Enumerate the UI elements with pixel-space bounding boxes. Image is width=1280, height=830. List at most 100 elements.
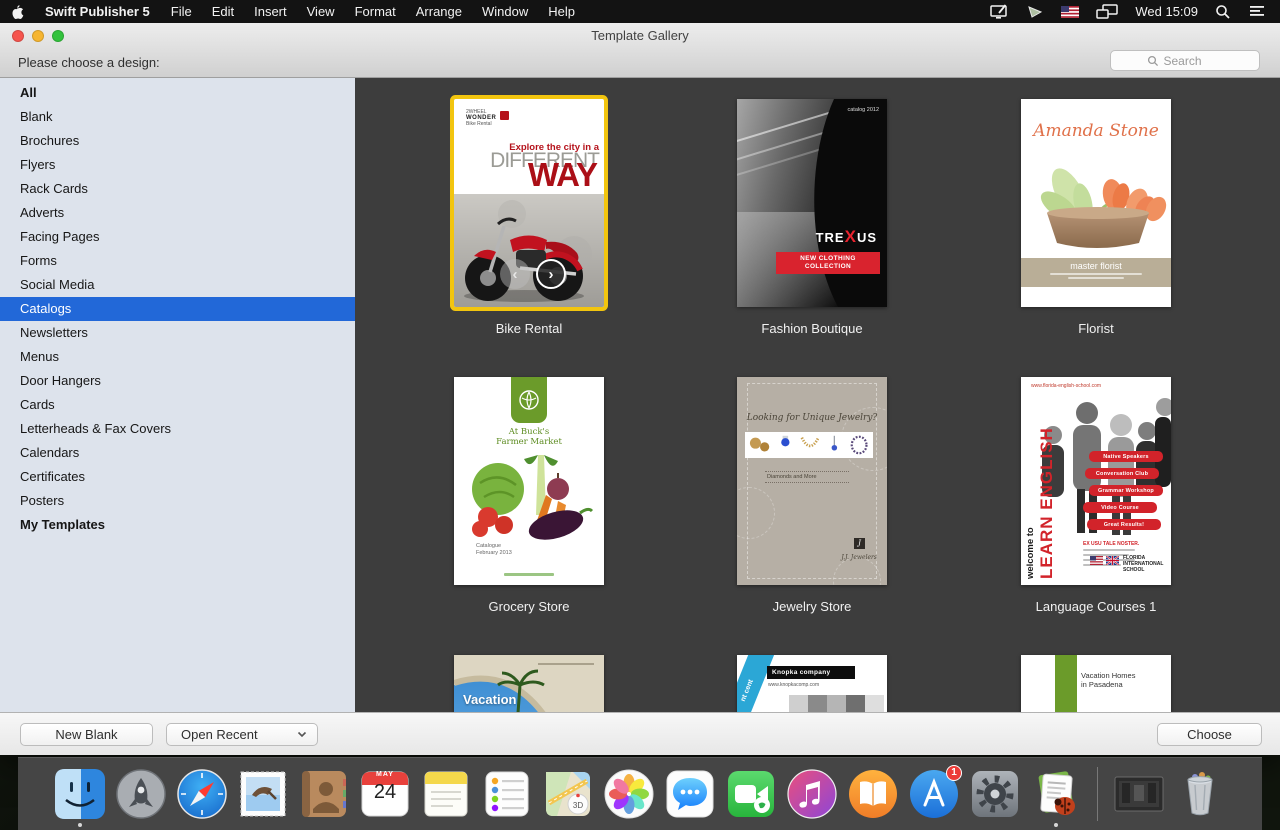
dock-safari-icon[interactable] bbox=[177, 769, 227, 819]
dock-mail-icon[interactable] bbox=[238, 769, 288, 819]
sidebar-item-rack-cards[interactable]: Rack Cards bbox=[0, 177, 355, 201]
spotlight-search-icon[interactable] bbox=[1215, 4, 1231, 20]
sidebar-item-letterheads[interactable]: Letterheads & Fax Covers bbox=[0, 417, 355, 441]
sidebar-item-forms[interactable]: Forms bbox=[0, 249, 355, 273]
template-thumbnail-knopka[interactable]: nt cent Knopka company www.knopkacomp.co… bbox=[737, 655, 887, 712]
dock-maps-icon[interactable]: 3D bbox=[543, 769, 593, 819]
category-sidebar: All Blank Brochures Flyers Rack Cards Ad… bbox=[0, 78, 355, 712]
prev-preview-button[interactable]: ‹ bbox=[500, 259, 530, 289]
red-heading-text: EX USU TALE NOSTER. bbox=[1083, 541, 1139, 547]
bw-collage bbox=[789, 695, 887, 712]
jewelers-logo-mark: J bbox=[854, 538, 865, 549]
template-thumbnail-bike-rental[interactable]: 2WHEEL WONDER Bike Rental Explore the ci… bbox=[454, 99, 604, 307]
template-thumbnail-fashion-boutique[interactable]: catalog 2012 TREXUS NEW CLOTHING COLLECT… bbox=[737, 99, 887, 307]
template-thumbnail-vacation[interactable]: Vacation bbox=[454, 655, 604, 712]
sidebar-item-calendars[interactable]: Calendars bbox=[0, 441, 355, 465]
dock-reminders-icon[interactable] bbox=[482, 769, 532, 819]
sidebar-item-social-media[interactable]: Social Media bbox=[0, 273, 355, 297]
menu-help[interactable]: Help bbox=[538, 0, 585, 23]
template-name-grocery-store: Grocery Store bbox=[449, 599, 609, 614]
menu-edit[interactable]: Edit bbox=[202, 0, 244, 23]
menu-arrange[interactable]: Arrange bbox=[406, 0, 472, 23]
sidebar-item-blank[interactable]: Blank bbox=[0, 105, 355, 129]
dock-swift-publisher-icon[interactable] bbox=[1031, 769, 1081, 819]
template-name-language-courses: Language Courses 1 bbox=[1016, 599, 1176, 614]
dock-finder-icon[interactable] bbox=[55, 769, 105, 819]
sidebar-item-adverts[interactable]: Adverts bbox=[0, 201, 355, 225]
template-thumbnail-jewelry-store[interactable]: Looking for Unique Jewelry? Diamonds and… bbox=[737, 377, 887, 585]
sidebar-item-newsletters[interactable]: Newsletters bbox=[0, 321, 355, 345]
dock-minimized-window-icon[interactable] bbox=[1114, 769, 1164, 819]
sidebar-item-cards[interactable]: Cards bbox=[0, 393, 355, 417]
menu-bar-clock[interactable]: Wed 15:09 bbox=[1135, 4, 1198, 19]
template-thumbnail-language-courses[interactable]: www.florida-english-school.com welcome t… bbox=[1021, 377, 1171, 585]
sidebar-item-catalogs[interactable]: Catalogs bbox=[0, 297, 355, 321]
sidebar-item-all[interactable]: All bbox=[0, 81, 355, 105]
artichoke-icon bbox=[517, 388, 541, 412]
dock-itunes-icon[interactable] bbox=[787, 769, 837, 819]
recorder-icon[interactable] bbox=[1026, 4, 1044, 20]
vertical-headline: welcome to LEARN ENGLISH bbox=[1025, 417, 1057, 579]
sidebar-item-posters[interactable]: Posters bbox=[0, 489, 355, 513]
new-blank-button[interactable]: New Blank bbox=[20, 723, 153, 746]
us-flag-input-source-icon[interactable] bbox=[1061, 6, 1079, 18]
screen-sharing-icon[interactable] bbox=[989, 4, 1009, 20]
menu-view[interactable]: View bbox=[297, 0, 345, 23]
notification-center-icon[interactable] bbox=[1248, 5, 1266, 19]
sidebar-item-facing-pages[interactable]: Facing Pages bbox=[0, 225, 355, 249]
sidebar-item-door-hangers[interactable]: Door Hangers bbox=[0, 369, 355, 393]
template-thumbnail-florist[interactable]: Amanda Stone maste bbox=[1021, 99, 1171, 307]
micro-text-line bbox=[1068, 277, 1124, 279]
catalog-year-text: catalog 2012 bbox=[848, 107, 880, 113]
dock-launchpad-icon[interactable] bbox=[116, 769, 166, 819]
sidebar-item-menus[interactable]: Menus bbox=[0, 345, 355, 369]
dock-system-preferences-icon[interactable] bbox=[970, 769, 1020, 819]
template-thumbnail-vacation-homes[interactable]: Vacation Homes in Pasadena bbox=[1021, 655, 1171, 712]
sidebar-item-certificates[interactable]: Certificates bbox=[0, 465, 355, 489]
sidebar-item-brochures[interactable]: Brochures bbox=[0, 129, 355, 153]
uk-flag-icon bbox=[1106, 556, 1119, 565]
company-bar: Knopka company bbox=[767, 666, 855, 679]
dock-trash-icon[interactable] bbox=[1175, 769, 1225, 819]
menu-bar-status-area: Wed 15:09 bbox=[989, 4, 1280, 20]
window-title: Template Gallery bbox=[0, 28, 1280, 43]
feature-pill: Great Results! bbox=[1087, 519, 1161, 530]
apple-menu[interactable] bbox=[0, 0, 34, 23]
dock-ibooks-icon[interactable] bbox=[848, 769, 898, 819]
dock-facetime-icon[interactable] bbox=[726, 769, 776, 819]
menu-format[interactable]: Format bbox=[345, 0, 406, 23]
search-input[interactable] bbox=[1164, 54, 1224, 68]
chevron-down-icon bbox=[297, 731, 307, 738]
micro-text-line bbox=[1050, 273, 1142, 275]
dock-app-store-icon[interactable]: 1 bbox=[909, 769, 959, 819]
dock-calendar-icon[interactable]: MAY 24 bbox=[360, 769, 410, 819]
menu-insert[interactable]: Insert bbox=[244, 0, 297, 23]
school-url-text: www.florida-english-school.com bbox=[1031, 383, 1101, 389]
next-preview-button[interactable]: › bbox=[536, 259, 566, 289]
sidebar-item-my-templates[interactable]: My Templates bbox=[0, 513, 355, 537]
dock-messages-icon[interactable] bbox=[665, 769, 715, 819]
jewelry-subheading: Diamonds and More bbox=[765, 471, 849, 483]
app-menu-title[interactable]: Swift Publisher 5 bbox=[34, 0, 161, 23]
feature-pill: Native Speakers bbox=[1089, 451, 1163, 462]
collection-banner: NEW CLOTHING COLLECTION bbox=[776, 252, 880, 274]
dock-contacts-icon[interactable] bbox=[299, 769, 349, 819]
search-field[interactable] bbox=[1110, 50, 1260, 71]
menu-file[interactable]: File bbox=[161, 0, 202, 23]
window-footer: New Blank Open Recent Choose bbox=[0, 712, 1280, 755]
dock-photos-icon[interactable] bbox=[604, 769, 654, 819]
dock-divider bbox=[1097, 767, 1098, 821]
dock: MAY 24 3D bbox=[18, 757, 1262, 830]
sidebar-item-flyers[interactable]: Flyers bbox=[0, 153, 355, 177]
window-content: All Blank Brochures Flyers Rack Cards Ad… bbox=[0, 78, 1280, 712]
trexus-brand: TREXUS bbox=[816, 227, 877, 247]
displays-icon[interactable] bbox=[1096, 4, 1118, 20]
template-thumbnail-grocery-store[interactable]: At Buck's Farmer Market bbox=[454, 377, 604, 585]
open-recent-dropdown[interactable]: Open Recent bbox=[166, 723, 318, 746]
dock-notes-icon[interactable] bbox=[421, 769, 471, 819]
menu-window[interactable]: Window bbox=[472, 0, 538, 23]
calendar-day-label: 24 bbox=[360, 781, 410, 804]
grocery-catalogue-text: Catalogue February 2013 bbox=[476, 543, 512, 557]
choose-button[interactable]: Choose bbox=[1157, 723, 1262, 746]
ribbon-text: nt cent bbox=[739, 678, 754, 702]
